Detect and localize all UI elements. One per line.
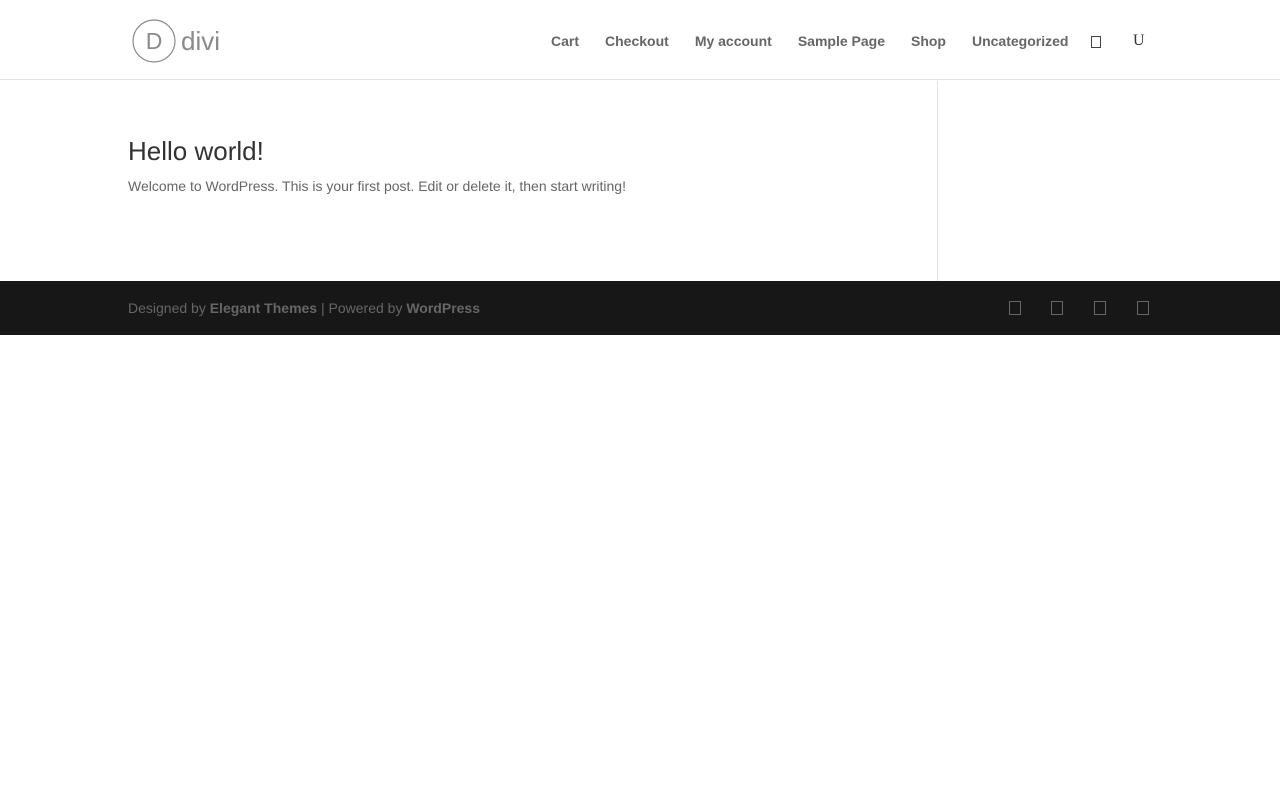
facebook-icon[interactable] bbox=[1009, 301, 1021, 315]
primary-nav: Cart Checkout My account Sample Page Sho… bbox=[551, 32, 1068, 50]
nav-item-cart[interactable]: Cart bbox=[551, 32, 579, 50]
logo-mark: D bbox=[146, 28, 163, 54]
site-footer: Designed by Elegant Themes | Powered by … bbox=[0, 281, 1280, 335]
rss-icon[interactable] bbox=[1137, 301, 1149, 315]
wordpress-link[interactable]: WordPress bbox=[406, 300, 480, 316]
search-icon[interactable]: U bbox=[1133, 32, 1145, 50]
main-content: Hello world! Welcome to WordPress. This … bbox=[0, 81, 1280, 281]
nav-item-shop[interactable]: Shop bbox=[911, 32, 946, 50]
powered-by-label: | Powered by bbox=[317, 300, 407, 316]
google-plus-icon[interactable] bbox=[1094, 301, 1106, 315]
nav-item-my-account[interactable]: My account bbox=[695, 32, 772, 50]
post-excerpt: Welcome to WordPress. This is your first… bbox=[128, 178, 626, 194]
designed-by-label: Designed by bbox=[128, 300, 210, 316]
nav-item-checkout[interactable]: Checkout bbox=[605, 32, 669, 50]
twitter-icon[interactable] bbox=[1051, 301, 1063, 315]
elegant-themes-link[interactable]: Elegant Themes bbox=[210, 300, 317, 316]
nav-item-uncategorized[interactable]: Uncategorized bbox=[972, 32, 1068, 50]
footer-credits: Designed by Elegant Themes | Powered by … bbox=[128, 299, 480, 317]
sidebar-divider bbox=[937, 81, 938, 281]
post-title[interactable]: Hello world! bbox=[128, 136, 264, 166]
nav-item-sample-page[interactable]: Sample Page bbox=[798, 32, 885, 50]
logo-text: divi bbox=[181, 26, 220, 56]
cart-icon[interactable] bbox=[1091, 36, 1101, 48]
site-logo[interactable]: D divi bbox=[132, 18, 228, 64]
divi-logo-icon: D divi bbox=[132, 19, 220, 63]
site-header: D divi Cart Checkout My account Sample P… bbox=[0, 0, 1280, 80]
